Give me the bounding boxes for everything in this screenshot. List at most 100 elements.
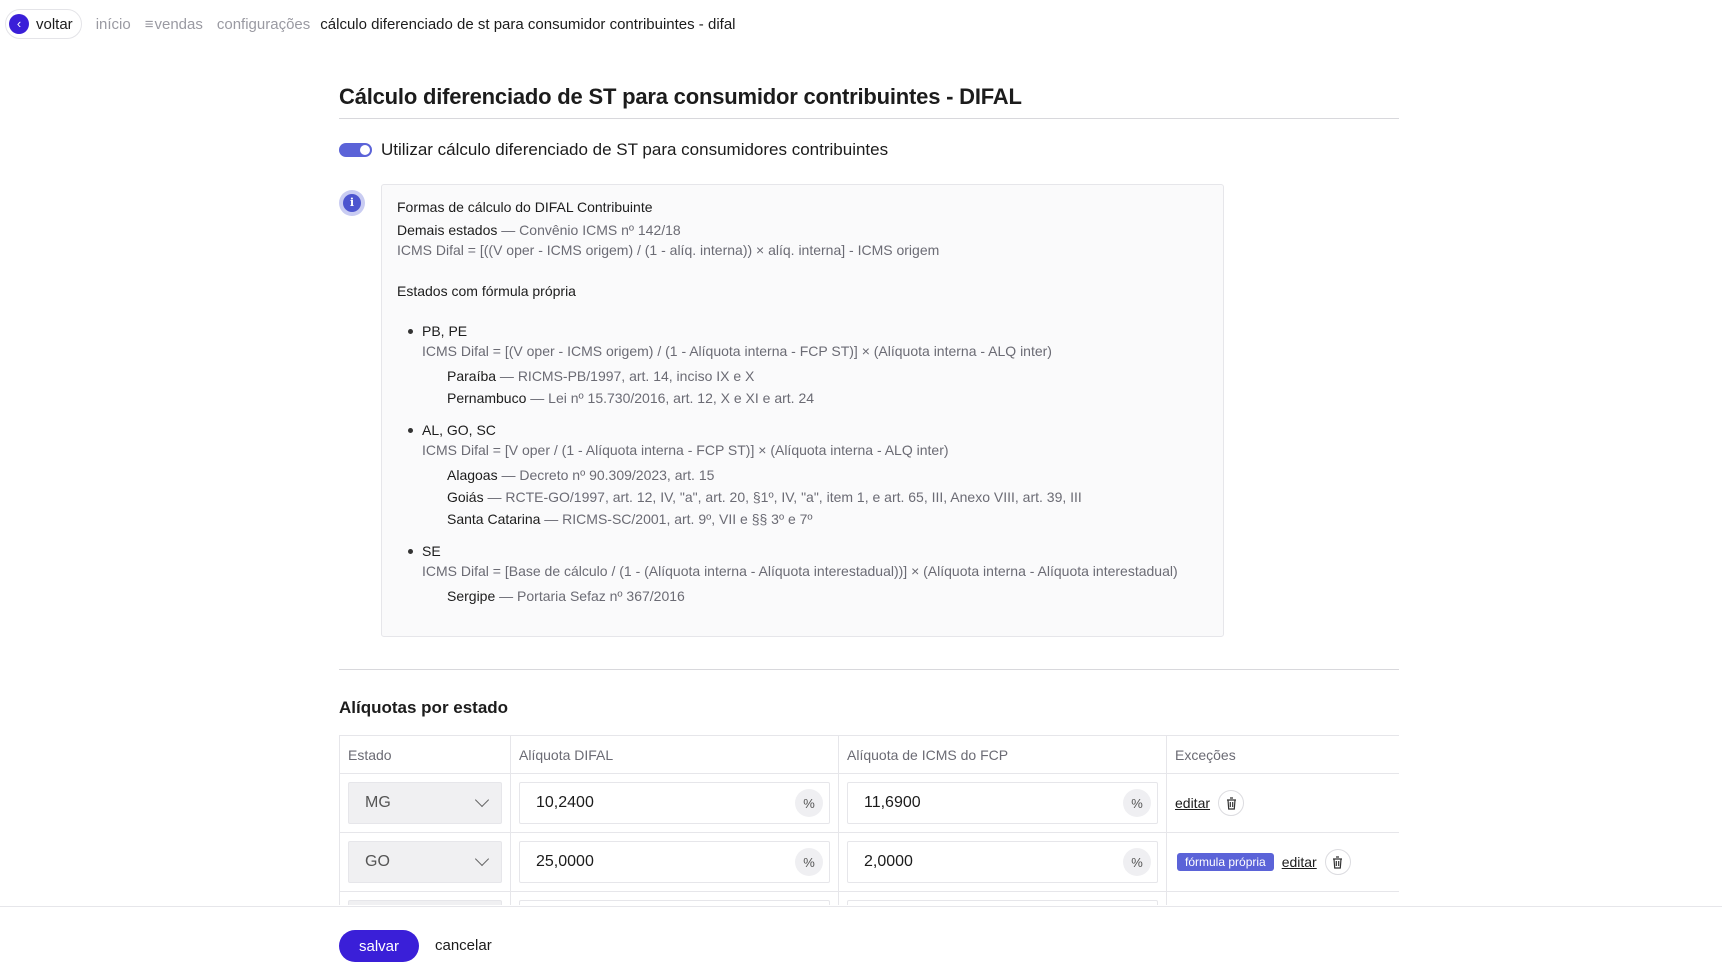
info-icon-inner: i <box>343 194 361 212</box>
column-header-aliquota-fcp: Alíquota de ICMS do FCP <box>838 735 1167 774</box>
info-icon: i <box>339 190 365 216</box>
law-ref: — Lei nº 15.730/2016, art. 12, X e XI e … <box>526 390 815 406</box>
fcp-rate-value: 2,0000 <box>864 853 913 870</box>
fcp-rate-input[interactable]: 2,0000 % <box>847 841 1158 883</box>
difal-toggle[interactable] <box>339 143 372 157</box>
state-group-states: SE <box>422 543 441 559</box>
chevron-left-icon: ‹ <box>9 14 29 34</box>
law-state: Sergipe <box>447 588 496 604</box>
chevron-down-icon <box>474 851 490 867</box>
info-heading: Formas de cálculo do DIFAL Contribuinte <box>397 199 653 215</box>
law-item: Pernambuco — Lei nº 15.730/2016, art. 12… <box>447 387 1208 409</box>
column-header-aliquota-difal: Alíquota DIFAL <box>510 735 839 774</box>
difal-toggle-label: Utilizar cálculo diferenciado de ST para… <box>381 140 889 159</box>
page-title: Cálculo diferenciado de ST para consumid… <box>339 84 1399 119</box>
state-cell: GO <box>339 832 511 892</box>
breadcrumb-vendas[interactable]: vendas <box>145 16 202 33</box>
fcp-rate-input[interactable]: 11,6900 % <box>847 782 1158 824</box>
fcp-rate-input[interactable] <box>847 900 1158 905</box>
table-header-row: Estado Alíquota DIFAL Alíquota de ICMS d… <box>339 735 1399 774</box>
state-group-formula: ICMS Difal = [(V oper - ICMS origem) / (… <box>422 343 1052 359</box>
difal-cell: 10,2400 % <box>510 773 839 833</box>
law-ref: — RICMS-SC/2001, art. 9º, VII e §§ 3º e … <box>540 511 813 527</box>
info-general-formula: ICMS Difal = [((V oper - ICMS origem) / … <box>397 242 940 258</box>
state-cell: MG <box>339 773 511 833</box>
law-state: Paraíba <box>447 368 497 384</box>
fcp-cell <box>838 891 1167 905</box>
info-own-formula-heading: Estados com fórmula própria <box>397 283 576 299</box>
percent-icon: % <box>1123 789 1151 817</box>
delete-row-button[interactable] <box>1324 849 1351 875</box>
breadcrumb-configuracoes[interactable]: configurações <box>217 16 310 33</box>
back-button[interactable]: ‹ voltar <box>5 9 82 39</box>
percent-icon: % <box>795 848 823 876</box>
column-header-estado: Estado <box>339 735 511 774</box>
law-item: Santa Catarina — RICMS-SC/2001, art. 9º,… <box>447 508 1208 530</box>
state-group-states: PB, PE <box>422 323 468 339</box>
delete-row-button[interactable] <box>1218 790 1245 816</box>
state-group-formula: ICMS Difal = [Base de cálculo / (1 - (Al… <box>422 563 1178 579</box>
law-state: Alagoas <box>447 467 498 483</box>
state-select[interactable]: GO <box>348 841 502 883</box>
difal-rate-input[interactable]: 25,0000 % <box>519 841 830 883</box>
cancel-button[interactable]: cancelar <box>435 930 492 962</box>
difal-rate-value: 25,0000 <box>536 853 594 870</box>
table-row: MG 10,2400 % 11,6900 % editar <box>339 773 1399 833</box>
breadcrumb-inicio[interactable]: início <box>96 16 131 33</box>
state-group-al-go-sc: AL, GO, SC ICMS Difal = [V oper / (1 - A… <box>408 420 1208 530</box>
state-group-laws: Alagoas — Decreto nº 90.309/2023, art. 1… <box>447 464 1208 530</box>
state-select[interactable]: MG <box>348 782 502 824</box>
state-select[interactable] <box>348 900 502 905</box>
state-select-value: MG <box>365 794 391 811</box>
footer-bar: salvar cancelar <box>0 906 1722 978</box>
state-group-pb-pe: PB, PE ICMS Difal = [(V oper - ICMS orig… <box>408 321 1208 409</box>
own-formula-badge: fórmula própria <box>1177 853 1274 871</box>
info-general-ref: — Convênio ICMS nº 142/18 <box>497 222 681 238</box>
section-divider <box>339 669 1399 670</box>
exceptions-cell: editar <box>1166 773 1399 833</box>
law-state: Santa Catarina <box>447 511 541 527</box>
rates-table: Estado Alíquota DIFAL Alíquota de ICMS d… <box>339 735 1399 905</box>
info-general-row: Demais estados — Convênio ICMS nº 142/18 <box>397 220 1208 240</box>
exceptions-cell: fórmula própria editar <box>1166 832 1399 892</box>
difal-toggle-row: Utilizar cálculo diferenciado de ST para… <box>339 140 888 160</box>
rates-table-wrapper: Estado Alíquota DIFAL Alíquota de ICMS d… <box>339 735 1399 905</box>
law-item: Alagoas — Decreto nº 90.309/2023, art. 1… <box>447 464 1208 486</box>
info-general-label: Demais estados <box>397 222 498 238</box>
law-ref: — RICMS-PB/1997, art. 14, inciso IX e X <box>496 368 755 384</box>
trash-icon <box>1333 855 1343 869</box>
difal-rate-input[interactable]: 10,2400 % <box>519 782 830 824</box>
law-item: Sergipe — Portaria Sefaz nº 367/2016 <box>447 585 1208 607</box>
difal-rate-input[interactable] <box>519 900 830 905</box>
chevron-down-icon <box>474 792 490 808</box>
table-row <box>339 891 1399 905</box>
law-item: Paraíba — RICMS-PB/1997, art. 14, inciso… <box>447 365 1208 387</box>
difal-cell <box>510 891 839 905</box>
fcp-cell: 11,6900 % <box>838 773 1167 833</box>
rates-section-title: Alíquotas por estado <box>339 698 509 717</box>
state-group-se: SE ICMS Difal = [Base de cálculo / (1 - … <box>408 541 1208 607</box>
difal-rate-value: 10,2400 <box>536 794 594 811</box>
edit-exceptions-link[interactable]: editar <box>1282 854 1317 870</box>
state-select-value: GO <box>365 853 390 870</box>
table-row: GO 25,0000 % 2,0000 % fórmula própria ed… <box>339 832 1399 892</box>
fcp-rate-value: 11,6900 <box>864 794 921 811</box>
law-ref: — Portaria Sefaz nº 367/2016 <box>495 588 685 604</box>
law-item: Goiás — RCTE-GO/1997, art. 12, IV, "a", … <box>447 486 1208 508</box>
state-cell <box>339 891 511 905</box>
top-bar: ‹ voltar início vendas configurações cál… <box>0 0 1722 48</box>
state-group-states: AL, GO, SC <box>422 422 496 438</box>
state-group-laws: Paraíba — RICMS-PB/1997, art. 14, inciso… <box>447 365 1208 409</box>
law-state: Pernambuco <box>447 390 527 406</box>
column-header-excecoes: Exceções <box>1166 735 1399 774</box>
law-state: Goiás <box>447 489 484 505</box>
exceptions-actions: editar <box>1175 790 1391 816</box>
save-button[interactable]: salvar <box>339 930 419 962</box>
law-ref: — RCTE-GO/1997, art. 12, IV, "a", art. 2… <box>483 489 1082 505</box>
info-panel: Formas de cálculo do DIFAL Contribuinte … <box>381 184 1224 637</box>
breadcrumb-current: cálculo diferenciado de st para consumid… <box>320 15 736 33</box>
law-ref: — Decreto nº 90.309/2023, art. 15 <box>497 467 715 483</box>
edit-exceptions-link[interactable]: editar <box>1175 795 1210 811</box>
percent-icon: % <box>1123 848 1151 876</box>
state-group-formula: ICMS Difal = [V oper / (1 - Alíquota int… <box>422 442 949 458</box>
